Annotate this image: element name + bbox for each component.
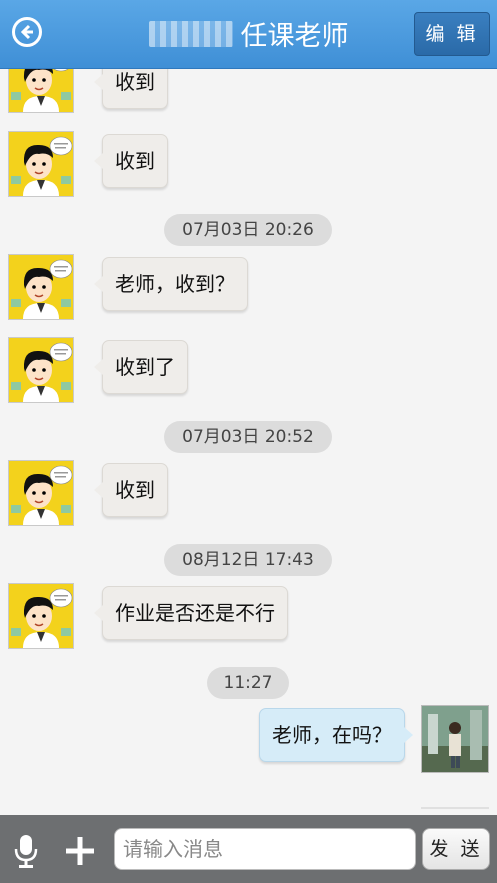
cartoon-avatar-image — [9, 69, 73, 112]
message-input[interactable]: 请输入消息 — [114, 828, 416, 870]
teacher-avatar[interactable] — [8, 583, 74, 649]
cartoon-avatar-image — [9, 338, 73, 402]
teacher-avatar[interactable] — [8, 69, 74, 113]
teacher-avatar[interactable] — [8, 460, 74, 526]
teacher-avatar[interactable] — [8, 337, 74, 403]
edit-button[interactable]: 编 辑 — [414, 12, 490, 56]
timestamp: 11:27 — [207, 667, 289, 699]
scroll-edge — [421, 807, 489, 809]
plus-icon[interactable] — [66, 837, 94, 865]
message-bubble[interactable]: 收到 — [94, 463, 168, 517]
message-bubble[interactable]: 收到 — [94, 69, 168, 109]
header-bar: 任课老师 编 辑 — [0, 0, 497, 69]
photo-avatar-image — [422, 706, 488, 772]
message-bubble[interactable]: 老师，收到？ — [94, 257, 248, 311]
my-message-bubble[interactable]: 老师，在吗？ — [259, 708, 413, 762]
message-bubble[interactable]: 作业是否还是不行 — [94, 586, 288, 640]
page-title: 任课老师 — [240, 21, 349, 52]
blurred-name — [148, 20, 233, 47]
my-avatar[interactable] — [421, 705, 489, 773]
composer-bar: 请输入消息 发 送 — [0, 815, 497, 883]
cartoon-avatar-image — [9, 584, 73, 648]
send-button[interactable]: 发 送 — [422, 828, 490, 870]
timestamp: 07月03日 20:52 — [164, 421, 332, 453]
timestamp: 08月12日 17:43 — [164, 544, 332, 576]
cartoon-avatar-image — [9, 255, 73, 319]
cartoon-avatar-image — [9, 132, 73, 196]
teacher-avatar[interactable] — [8, 254, 74, 320]
message-bubble[interactable]: 收到了 — [94, 340, 188, 394]
timestamp: 07月03日 20:26 — [164, 214, 332, 246]
cartoon-avatar-image — [9, 461, 73, 525]
teacher-avatar[interactable] — [8, 131, 74, 197]
message-bubble[interactable]: 收到 — [94, 134, 168, 188]
microphone-icon[interactable] — [14, 834, 38, 868]
message-list[interactable]: 收到 收到 07月03日 20:26 老师，收到？ 收到了 07月03日 20:… — [0, 69, 497, 811]
